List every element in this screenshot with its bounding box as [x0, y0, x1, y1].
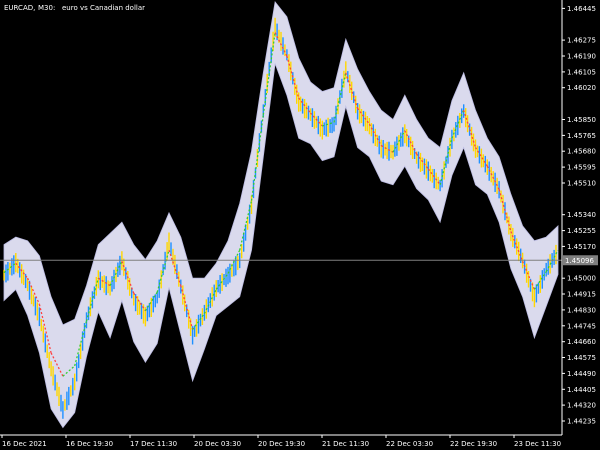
x-tick-label: 20 Dec 19:30	[258, 440, 305, 448]
x-tick-label: 16 Dec 2021	[2, 440, 47, 448]
time-axis[interactable]: 16 Dec 2021 16 Dec 19:30 17 Dec 11:30 20 De…	[1, 435, 561, 448]
y-tick-label: 1.44745	[567, 322, 596, 330]
y-tick-label: 1.44405	[567, 386, 596, 394]
y-tick-label: 1.45765	[567, 132, 596, 140]
x-tick-label: 22 Dec 19:30	[450, 440, 497, 448]
x-tick-label: 17 Dec 11:30	[130, 440, 177, 448]
y-tick-label: 1.46445	[567, 5, 596, 13]
envelope-band	[3, 0, 559, 429]
y-tick-label: 1.44490	[567, 370, 596, 378]
y-tick-label: 1.45510	[567, 180, 596, 188]
chart-window[interactable]: EURCAD, M30: euro vs Canadian dollar 1.4…	[0, 0, 600, 450]
price-chart[interactable]: EURCAD, M30: euro vs Canadian dollar 1.4…	[0, 0, 600, 450]
y-tick-label: 1.45340	[567, 211, 596, 219]
y-tick-label: 1.44830	[567, 306, 596, 314]
chart-symbol: EURCAD,	[4, 4, 35, 12]
y-tick-label: 1.45000	[567, 275, 596, 283]
y-tick-label: 1.46275	[567, 37, 596, 45]
y-tick-label: 1.44915	[567, 291, 596, 299]
y-tick-label: 1.45595	[567, 164, 596, 172]
y-tick-label: 1.46190	[567, 53, 596, 61]
x-tick-label: 20 Dec 03:30	[194, 440, 241, 448]
y-tick-label: 1.46105	[567, 68, 596, 76]
x-tick-label: 22 Dec 03:30	[386, 440, 433, 448]
band-layer	[3, 0, 559, 429]
x-tick-label: 21 Dec 11:30	[322, 440, 369, 448]
y-tick-label: 1.44660	[567, 338, 596, 346]
y-tick-label: 1.45170	[567, 243, 596, 251]
x-tick-label: 23 Dec 11:30	[514, 440, 561, 448]
y-tick-label: 1.44320	[567, 402, 596, 410]
chart-timeframe: M30:	[38, 4, 55, 12]
chart-description: euro vs Canadian dollar	[62, 4, 145, 12]
y-tick-label: 1.44235	[567, 418, 596, 426]
y-tick-label: 1.45850	[567, 116, 596, 124]
y-tick-label: 1.44575	[567, 354, 596, 362]
y-tick-label: 1.45680	[567, 148, 596, 156]
candle-layer	[3, 17, 557, 419]
price-axis[interactable]: 1.46445 1.46275 1.46190 1.46105 1.46020 1.458…	[562, 5, 596, 426]
current-price-tag-text: 1.45096	[565, 257, 594, 265]
x-tick-label: 16 Dec 19:30	[66, 440, 113, 448]
y-tick-label: 1.46020	[567, 84, 596, 92]
y-tick-label: 1.45255	[567, 227, 596, 235]
